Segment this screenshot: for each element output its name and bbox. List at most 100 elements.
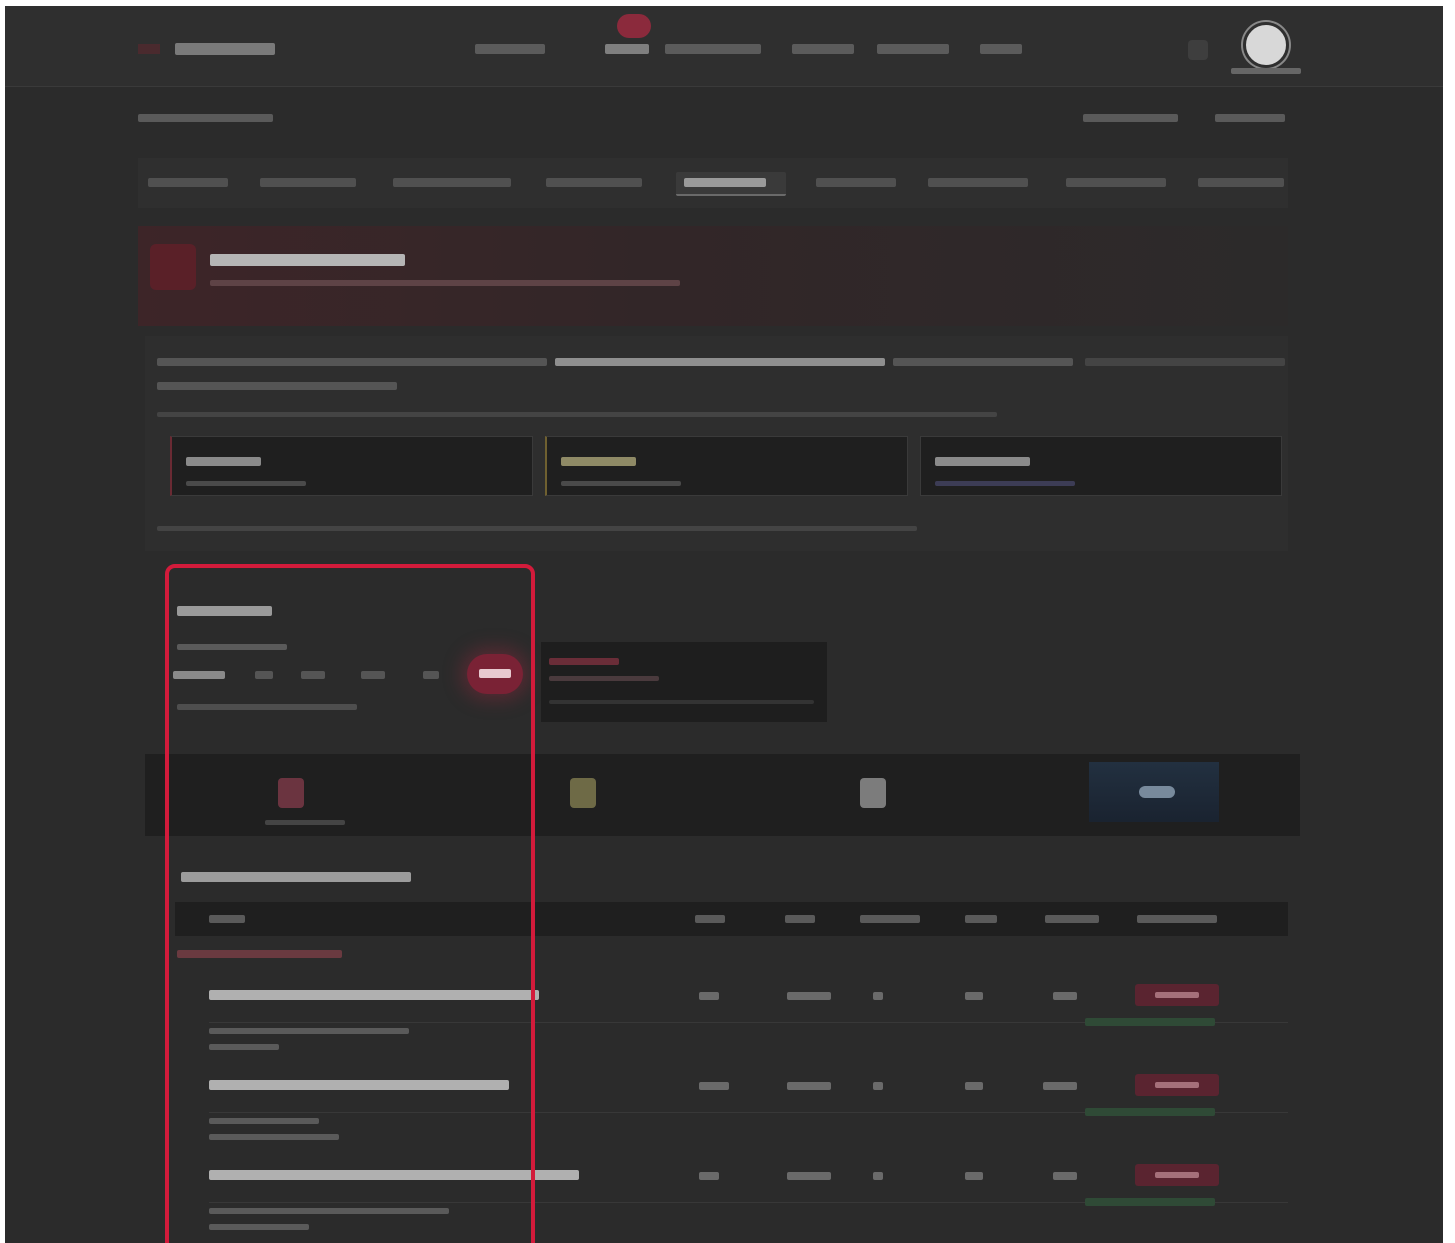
info-text-3 <box>1085 358 1285 366</box>
info-text-link[interactable] <box>555 358 885 366</box>
tab-active-label <box>684 178 766 187</box>
row-title[interactable] <box>209 1170 579 1180</box>
tab-3[interactable] <box>393 178 511 187</box>
nav-item-2[interactable] <box>605 44 649 54</box>
level-option-3[interactable] <box>361 671 385 679</box>
nav-item-4[interactable] <box>792 44 854 54</box>
table-row[interactable] <box>175 1072 1288 1158</box>
level-option-2[interactable] <box>301 671 325 679</box>
tab-9[interactable] <box>1198 178 1284 187</box>
level-option-4[interactable] <box>423 671 439 679</box>
row-cell <box>965 1082 983 1090</box>
row-description <box>209 1118 319 1124</box>
row-cell <box>1053 992 1077 1000</box>
nav-item-1[interactable] <box>475 44 545 54</box>
page-hero <box>138 226 1288 326</box>
info-card-1-sub <box>186 481 306 486</box>
action-icon[interactable] <box>1135 984 1219 1006</box>
badge-image-glow <box>1139 786 1175 798</box>
row-title[interactable] <box>209 990 539 1000</box>
action-label <box>1155 992 1199 998</box>
notification-badge <box>617 14 651 38</box>
search-icon[interactable] <box>1188 40 1208 60</box>
info-footnote <box>157 526 917 531</box>
header-link-1[interactable] <box>1083 114 1178 122</box>
info-card-2[interactable] <box>545 436 908 496</box>
table-row[interactable] <box>175 982 1288 1068</box>
progress-card-sub <box>549 676 659 681</box>
progress-subheading <box>177 644 287 650</box>
level-label <box>173 671 225 679</box>
row-description <box>209 1028 409 1034</box>
action-icon[interactable] <box>1135 1074 1219 1096</box>
badge-image[interactable] <box>1089 762 1219 822</box>
row-cell <box>787 992 831 1000</box>
table-title <box>181 872 411 882</box>
tab-2[interactable] <box>260 178 356 187</box>
progress-note <box>177 704 357 710</box>
column-header-7[interactable] <box>1137 915 1217 923</box>
logo-wordmark[interactable] <box>175 43 275 55</box>
tab-4[interactable] <box>546 178 642 187</box>
row-cell <box>873 1082 883 1090</box>
progress-heading <box>177 606 272 616</box>
nav-item-3[interactable] <box>665 44 761 54</box>
row-cell <box>1043 1082 1077 1090</box>
current-level-label <box>479 669 511 678</box>
column-header-6[interactable] <box>1045 915 1099 923</box>
badge-icon[interactable] <box>278 778 304 808</box>
badge-icon[interactable] <box>860 778 886 808</box>
info-card-2-sub <box>561 481 681 486</box>
column-header-2[interactable] <box>695 915 725 923</box>
avatar-caption <box>1231 68 1301 74</box>
info-card-1[interactable] <box>170 436 533 496</box>
row-cell <box>787 1172 831 1180</box>
column-header-4[interactable] <box>860 915 920 923</box>
nav-item-5[interactable] <box>877 44 949 54</box>
header-link-2[interactable] <box>1215 114 1285 122</box>
screen <box>5 6 1443 1243</box>
row-description <box>209 1224 309 1230</box>
column-header-3[interactable] <box>785 915 815 923</box>
level-option-1[interactable] <box>255 671 273 679</box>
breadcrumb[interactable] <box>138 114 273 122</box>
current-level-pill[interactable] <box>467 654 523 694</box>
hero-icon <box>150 244 196 290</box>
row-description <box>209 1134 339 1140</box>
action-icon[interactable] <box>1135 1164 1219 1186</box>
table-row[interactable] <box>175 1162 1288 1243</box>
row-description <box>209 1044 279 1050</box>
row-title[interactable] <box>209 1080 509 1090</box>
info-panel <box>145 336 1288 551</box>
row-cell <box>787 1082 831 1090</box>
info-text-4 <box>157 382 397 390</box>
info-card-2-title <box>561 457 636 466</box>
action-label <box>1155 1082 1199 1088</box>
info-text-2 <box>893 358 1073 366</box>
progress-card-title <box>549 658 619 665</box>
table-group-label <box>177 950 342 958</box>
progress-card <box>541 642 827 722</box>
tab-8[interactable] <box>1066 178 1166 187</box>
column-header-5[interactable] <box>965 915 997 923</box>
tab-7[interactable] <box>928 178 1028 187</box>
row-status <box>1085 1108 1215 1116</box>
info-card-3-title <box>935 457 1030 466</box>
nav-item-6[interactable] <box>980 44 1022 54</box>
progress-section <box>155 586 1285 746</box>
avatar-icon[interactable] <box>1243 22 1289 68</box>
tab-active[interactable] <box>676 172 786 196</box>
badge-icon[interactable] <box>570 778 596 808</box>
tab-strip <box>138 158 1288 208</box>
progress-card-bar <box>549 700 814 704</box>
row-cell <box>965 992 983 1000</box>
row-cell <box>699 1172 719 1180</box>
tab-6[interactable] <box>816 178 896 187</box>
info-card-3[interactable] <box>920 436 1282 496</box>
info-card-3-sub <box>935 481 1075 486</box>
column-header-1[interactable] <box>209 915 245 923</box>
row-status <box>1085 1018 1215 1026</box>
row-description <box>209 1208 449 1214</box>
logo-icon[interactable] <box>138 44 160 54</box>
tab-1[interactable] <box>148 178 228 187</box>
